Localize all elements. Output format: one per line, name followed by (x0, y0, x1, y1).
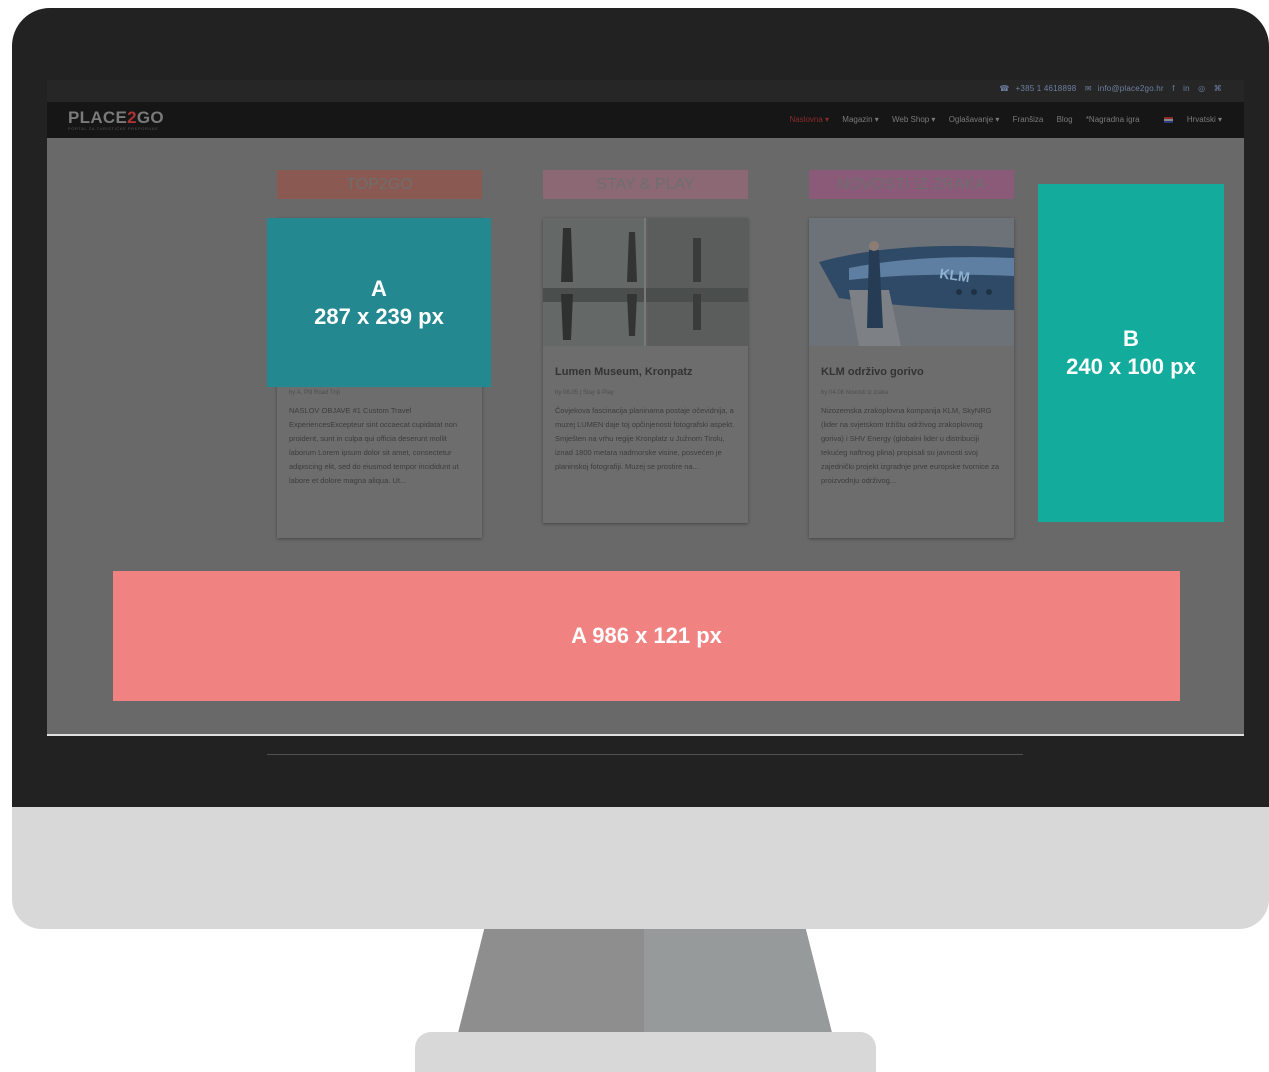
monitor-base (415, 1032, 876, 1072)
language-label: Hrvatski ▾ (1186, 115, 1222, 124)
logo-text-c: GO (136, 108, 164, 127)
article-image-lumen[interactable] (543, 218, 748, 346)
menu-item-web-shop[interactable]: Web Shop ▾ (892, 115, 935, 124)
top-info-bar: ☎ +385 1 4618898 ✉ info@place2go.hr f in ◎… (47, 80, 1244, 102)
ad-slot-size: 287 x 239 px (314, 303, 444, 329)
logo-text-b: 2 (127, 108, 137, 127)
facebook-icon[interactable]: f (1172, 84, 1174, 93)
menu-item-blog[interactable]: Blog (1057, 115, 1073, 124)
menu-item-magazin[interactable]: Magazin ▾ (842, 115, 878, 124)
article-excerpt: Nizozemska zrakoplovna kompanija KLM, Sk… (821, 406, 1000, 485)
article-meta: by 04.08 Novosti iz zraka (821, 390, 889, 396)
article-image-klm[interactable]: KLM (809, 218, 1014, 346)
ad-slot-a-banner[interactable]: A 986 x 121 px (113, 571, 1180, 701)
ad-slot-label: B (1123, 326, 1139, 351)
instagram-icon[interactable]: ◎ (1198, 84, 1205, 93)
category-header-novosti[interactable]: NOVOSTI IZ ZRAKA (809, 170, 1014, 199)
menu-item-naslovna[interactable]: Naslovna ▾ (789, 115, 829, 124)
phone-icon: ☎ (999, 84, 1010, 93)
ad-slot-size: 240 x 100 px (1066, 354, 1196, 379)
menu-item-fransiza[interactable]: Franšiza (1013, 115, 1044, 124)
article-meta: by A. Ptil Road Trip (289, 390, 341, 396)
phone-text[interactable]: +385 1 4618898 (1016, 84, 1077, 93)
article-excerpt: Čovjekova fascinacija planinama postaje … (555, 406, 735, 471)
ad-slot-a-square[interactable]: A 287 x 239 px (267, 218, 491, 387)
article-title[interactable]: KLM održivo gorivo (821, 366, 924, 378)
menu-item-language[interactable]: Hrvatski ▾ (1153, 115, 1222, 124)
email-text[interactable]: info@place2go.hr (1098, 84, 1164, 93)
category-header-stay-play[interactable]: STAY & PLAY (543, 170, 748, 199)
rss-icon[interactable]: ⌘ (1214, 84, 1222, 93)
article-meta: by 08.05 | Stay & Play (555, 390, 614, 396)
menu-item-nagradna-igra[interactable]: *Nagradna igra (1086, 115, 1140, 124)
logo-text-a: PLACE (68, 108, 128, 127)
email-icon: ✉ (1084, 84, 1092, 93)
category-header-top2go[interactable]: TOP2GO (277, 170, 482, 199)
article-title[interactable]: Lumen Museum, Kronpatz (555, 366, 693, 378)
croatia-flag-icon (1163, 116, 1173, 123)
monitor-stand-shade (644, 929, 832, 1033)
ad-slot-b-skyscraper[interactable]: B 240 x 100 px (1038, 184, 1224, 522)
site-logo[interactable]: PLACE2GO (68, 108, 164, 128)
menu-item-oglasavanje[interactable]: Oglašavanje ▾ (949, 115, 1000, 124)
ad-slot-label: A 986 x 121 px (571, 623, 722, 648)
bezel-divider-line (267, 754, 1023, 755)
main-menu: Naslovna ▾ Magazin ▾ Web Shop ▾ Oglašava… (778, 115, 1222, 124)
logo-tagline: PORTAL ZA TURISTIČKE PREPORUKE (68, 126, 159, 131)
article-card-lumen[interactable]: Lumen Museum, Kronpatz by 08.05 | Stay &… (543, 218, 748, 523)
main-navbar: PLACE2GO PORTAL ZA TURISTIČKE PREPORUKE … (47, 102, 1244, 138)
article-excerpt: NASLOV OBJAVE #1 Custom Travel Experienc… (289, 406, 459, 485)
linkedin-icon[interactable]: in (1183, 84, 1190, 93)
article-card-klm[interactable]: KLM KLM održivo gorivo by 04.08 Novosti … (809, 218, 1014, 538)
monitor-chin (12, 807, 1269, 929)
ad-slot-label: A (371, 275, 387, 301)
screen-bottom-edge (47, 734, 1244, 736)
